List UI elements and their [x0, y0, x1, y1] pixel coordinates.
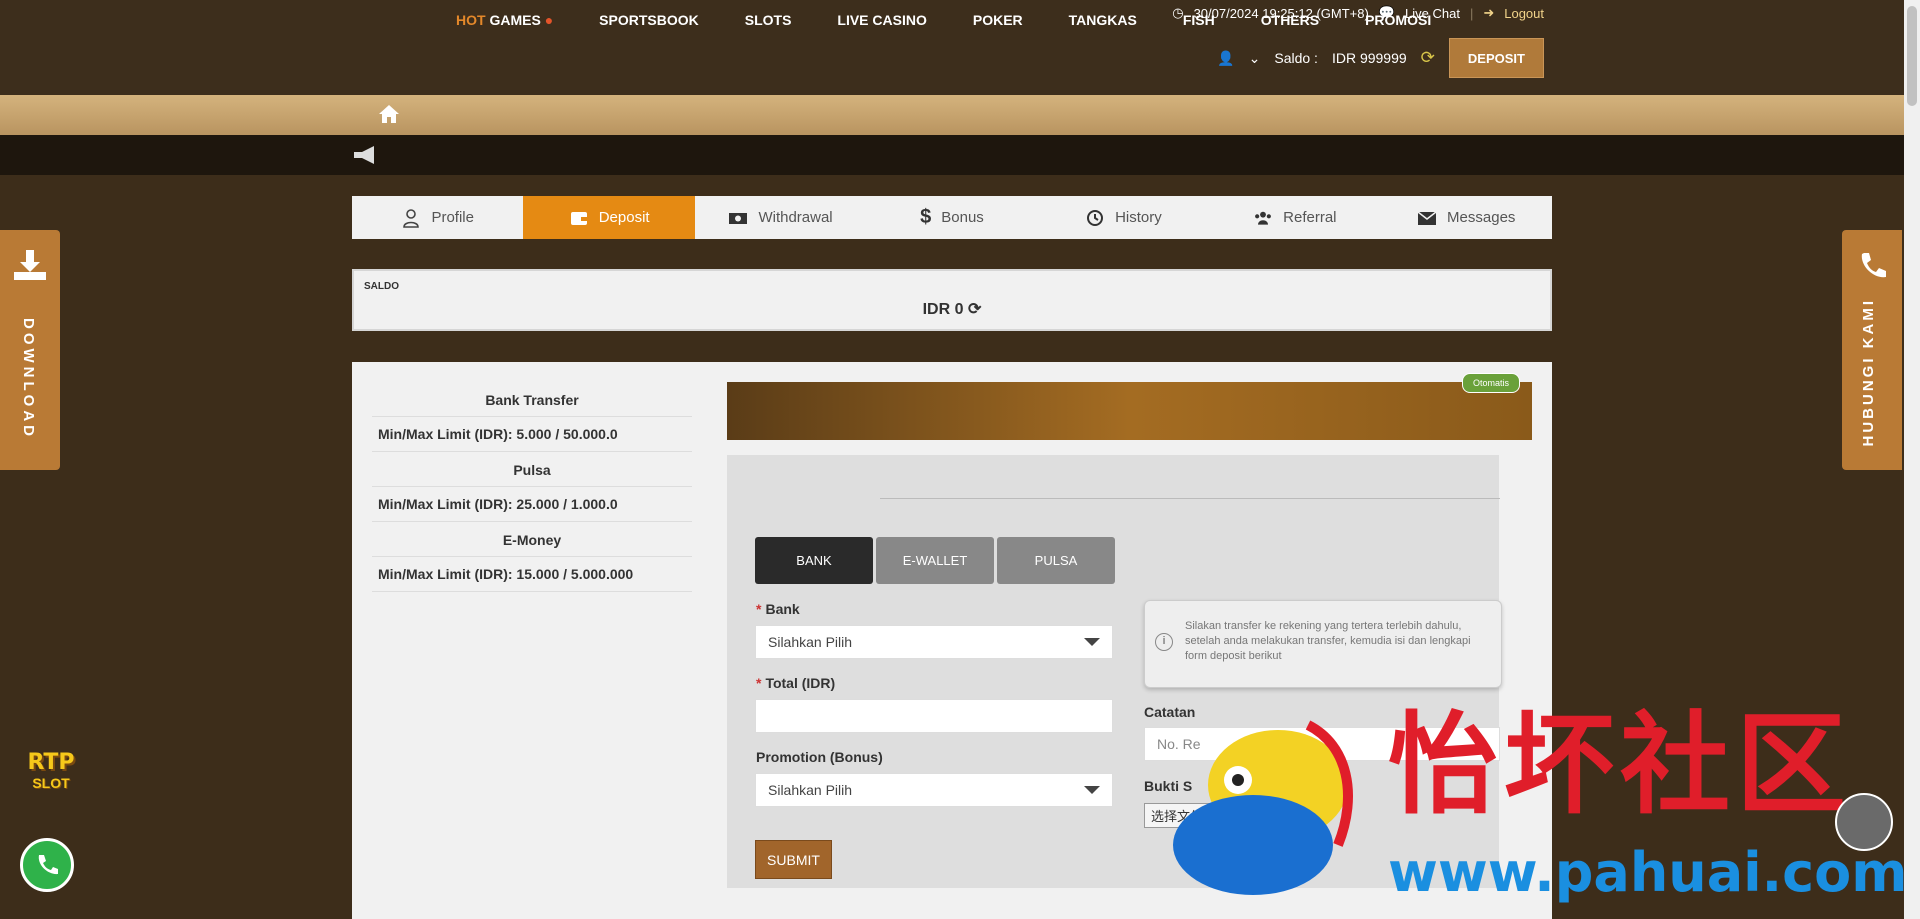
- limit-row: Min/Max Limit (IDR): 5.000 / 50.000.0: [372, 417, 692, 452]
- divider: [880, 498, 1500, 499]
- fire-icon: ●: [544, 12, 554, 28]
- user-icon[interactable]: 👤: [1217, 50, 1234, 67]
- account-tabs: Profile Deposit Withdrawal $ Bonus Histo…: [352, 196, 1552, 239]
- tab-referral[interactable]: Referral: [1209, 196, 1380, 239]
- nav-poker[interactable]: POKER: [973, 12, 1023, 28]
- download-label: DOWNLOAD: [20, 318, 37, 440]
- deposit-button[interactable]: DEPOSIT: [1448, 38, 1544, 78]
- tab-messages[interactable]: Messages: [1381, 196, 1552, 239]
- rtp-slot-logo[interactable]: RTP SLOT: [14, 752, 88, 796]
- promotion-select[interactable]: Silahkan Pilih: [755, 773, 1113, 807]
- dollar-icon: $: [920, 206, 932, 228]
- scrollbar[interactable]: [1904, 0, 1920, 919]
- logout-link[interactable]: Logout: [1504, 6, 1544, 21]
- method-tab-bank[interactable]: BANK: [755, 537, 873, 584]
- refresh-icon[interactable]: ⟳: [968, 301, 981, 318]
- limits-list: Bank Transfer Min/Max Limit (IDR): 5.000…: [372, 382, 692, 592]
- info-text: Silakan transfer ke rekening yang terter…: [1185, 620, 1471, 662]
- download-tab[interactable]: DOWNLOAD: [0, 230, 60, 470]
- phone-icon: [1861, 253, 1886, 278]
- nav-fish[interactable]: FISH: [1183, 12, 1215, 28]
- watermark-text: 怡坏社区: [1388, 701, 1852, 829]
- download-icon: [14, 250, 46, 280]
- home-icon[interactable]: [378, 104, 400, 124]
- tab-history[interactable]: History: [1038, 196, 1209, 239]
- nav-sportsbook[interactable]: SPORTSBOOK: [599, 12, 699, 28]
- nav-promosi[interactable]: PROMOSI: [1365, 12, 1431, 28]
- whatsapp-icon[interactable]: [20, 838, 74, 892]
- main-nav: [0, 95, 1920, 135]
- promotion-label: Promotion (Bonus): [756, 749, 883, 765]
- contact-tab[interactable]: HUBUNGI KAMI: [1842, 230, 1902, 470]
- tab-profile[interactable]: Profile: [352, 196, 523, 239]
- tab-withdrawal[interactable]: Withdrawal: [695, 196, 866, 239]
- chevron-down-icon[interactable]: ⌄: [1249, 50, 1261, 67]
- status-badge: Otomatis: [1462, 373, 1521, 393]
- nav-tangkas[interactable]: TANGKAS: [1069, 12, 1137, 28]
- saldo-label: SALDO: [364, 281, 399, 292]
- saldo-label: Saldo :: [1274, 50, 1318, 66]
- limit-title: Pulsa: [372, 452, 692, 487]
- watermark: 怡坏社区 www.pahuai.com: [1158, 701, 1908, 905]
- avatar[interactable]: [1835, 793, 1893, 851]
- fish-logo-icon: [1173, 720, 1353, 895]
- user-bar: 👤 ⌄ Saldo : IDR 999999 ⟳ DEPOSIT: [1217, 38, 1544, 78]
- saldo-box: SALDO IDR 0 ⟳: [352, 269, 1552, 331]
- users-icon: [1255, 211, 1272, 225]
- nav-hot-games[interactable]: HOT GAMES ●: [456, 12, 553, 28]
- info-icon: i: [1155, 633, 1173, 651]
- limit-title: Bank Transfer: [372, 382, 692, 417]
- deposit-banner: [727, 382, 1532, 440]
- saldo-value: IDR 0 ⟳: [922, 301, 982, 318]
- megaphone-icon: [354, 146, 374, 164]
- nav-live-casino[interactable]: LIVE CASINO: [837, 12, 926, 28]
- nav-items: HOT GAMES ● SPORTSBOOK SLOTS LIVE CASINO…: [456, 0, 1477, 40]
- history-icon: [1087, 209, 1104, 226]
- method-tab-pulsa[interactable]: PULSA: [997, 537, 1115, 584]
- total-label: * Total (IDR): [756, 675, 836, 691]
- total-input[interactable]: [755, 699, 1113, 733]
- scrollbar-thumb[interactable]: [1907, 6, 1917, 106]
- info-box: i Silakan transfer ke rekening yang tert…: [1144, 600, 1502, 688]
- tab-bonus[interactable]: $ Bonus: [866, 196, 1037, 239]
- caret-down-icon: [1084, 786, 1100, 794]
- watermark-url: www.pahuai.com: [1388, 841, 1908, 904]
- money-icon: [729, 212, 748, 224]
- caret-down-icon: [1084, 638, 1100, 646]
- tab-deposit[interactable]: Deposit: [523, 196, 695, 239]
- bank-label: * Bank: [756, 601, 800, 617]
- limit-row: Min/Max Limit (IDR): 25.000 / 1.000.0: [372, 487, 692, 522]
- logout-icon: ➜: [1483, 5, 1495, 20]
- limit-title: E-Money: [372, 522, 692, 557]
- refresh-icon[interactable]: ⟳: [1421, 48, 1435, 68]
- limit-row: Min/Max Limit (IDR): 15.000 / 5.000.000: [372, 557, 692, 592]
- method-tab-ewallet[interactable]: E-WALLET: [876, 537, 994, 584]
- nav-others[interactable]: OTHERS: [1261, 12, 1319, 28]
- announcement-bar: [0, 135, 1920, 175]
- submit-button[interactable]: SUBMIT: [755, 840, 832, 879]
- bank-select[interactable]: Silahkan Pilih: [755, 625, 1113, 659]
- contact-label: HUBUNGI KAMI: [1860, 298, 1877, 447]
- method-tabs: BANK E-WALLET PULSA: [755, 537, 1115, 584]
- user-icon: [403, 208, 420, 228]
- saldo-value: IDR 999999: [1331, 50, 1407, 66]
- envelope-icon: [1417, 210, 1437, 225]
- nav-slots[interactable]: SLOTS: [745, 12, 792, 28]
- wallet-icon: [570, 211, 587, 225]
